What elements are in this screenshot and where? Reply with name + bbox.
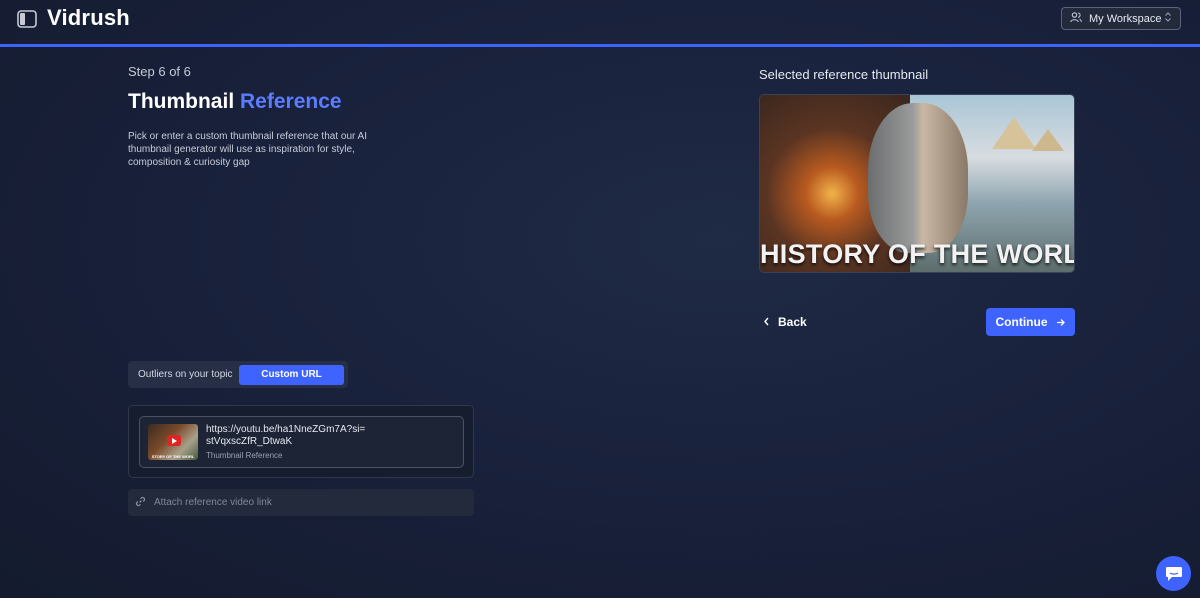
continue-label: Continue <box>995 315 1048 329</box>
source-toggle: Outliers on your topic Custom URL <box>128 361 348 388</box>
preview-heading: Selected reference thumbnail <box>759 67 929 82</box>
workspace-selector[interactable]: My Workspace <box>1061 7 1181 30</box>
thumbnail-pyramid <box>992 117 1036 149</box>
toggle-custom-url[interactable]: Custom URL <box>239 364 344 385</box>
page-title: Thumbnail Reference <box>128 90 342 114</box>
thumbnail-pyramid <box>1032 129 1064 151</box>
sidebar-toggle-icon[interactable] <box>17 10 37 28</box>
play-icon <box>167 435 181 446</box>
app-logo[interactable]: Vidrush <box>47 5 130 31</box>
toggle-outliers[interactable]: Outliers on your topic <box>132 369 239 380</box>
reference-card[interactable]: STORY OF THE WORL https://youtu.be/ha1Nn… <box>139 416 464 468</box>
chevron-updown-icon <box>1164 12 1172 25</box>
back-label: Back <box>778 315 807 329</box>
users-icon <box>1070 11 1082 26</box>
page-title-accent: Reference <box>240 90 342 113</box>
reference-panel: STORY OF THE WORL https://youtu.be/ha1Nn… <box>128 405 474 478</box>
page-title-main: Thumbnail <box>128 90 235 113</box>
arrow-right-icon <box>1056 318 1065 326</box>
back-button[interactable]: Back <box>759 310 811 334</box>
thumbnail-face <box>868 103 968 253</box>
attach-link-field <box>128 489 474 516</box>
workspace-label: My Workspace <box>1089 12 1162 25</box>
support-chat-button[interactable] <box>1156 556 1191 591</box>
step-indicator: Step 6 of 6 <box>128 64 191 79</box>
step-progress-fill <box>0 44 1200 47</box>
step-progress-bar <box>0 44 1200 47</box>
reference-thumbnail: STORY OF THE WORL <box>148 424 198 460</box>
chat-icon <box>1165 566 1182 581</box>
link-icon <box>135 494 146 512</box>
attach-link-input[interactable] <box>154 497 467 508</box>
reference-thumbnail-caption: STORY OF THE WORL <box>151 454 195 459</box>
reference-url: https://youtu.be/ha1NneZGm7A?si=stVqxscZ… <box>206 424 366 447</box>
page-description: Pick or enter a custom thumbnail referen… <box>128 131 368 168</box>
thumbnail-title-text: HISTORY OF THE WORLD <box>760 239 1075 269</box>
selected-thumbnail-image: HISTORY OF THE WORLD <box>759 94 1075 273</box>
continue-button[interactable]: Continue <box>986 308 1075 336</box>
top-bar: Vidrush My Workspace <box>0 0 1200 44</box>
chevron-left-icon <box>763 315 770 329</box>
reference-subtitle: Thumbnail Reference <box>206 451 283 460</box>
